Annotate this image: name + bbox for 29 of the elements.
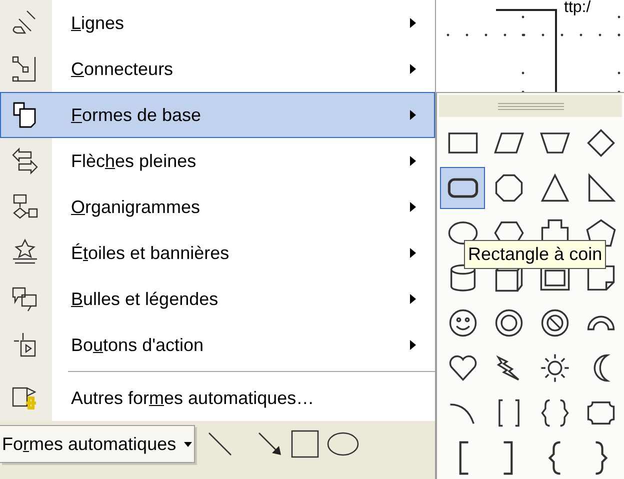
canvas-text: ttp:/ — [564, 0, 591, 16]
menu-item[interactable]: Connecteurs — [0, 46, 435, 92]
menu-item-label: Connecteurs — [71, 58, 174, 80]
left-brace-icon — [546, 441, 562, 475]
menu-item[interactable]: Flèches pleines — [0, 138, 435, 184]
caret-icon — [184, 442, 192, 446]
menu-item[interactable]: Étoiles et bannières — [0, 230, 435, 276]
rectangle-tool-icon[interactable] — [291, 430, 320, 458]
oval-tool-icon[interactable] — [327, 432, 360, 456]
menu-item[interactable]: Boutons d'action — [0, 322, 435, 368]
menu-item-label: Boutons d'action — [71, 334, 205, 356]
menu-item-label: Lignes — [71, 12, 126, 35]
menu-item-label: Bulles et légendes — [71, 288, 220, 311]
autoshapes-button[interactable]: Formes automatiques — [0, 425, 196, 463]
menu-item[interactable]: Organigrammes — [0, 184, 435, 230]
menu-item-label: Formes de base — [71, 104, 202, 126]
menu-item-label: Autres formes automatiques… — [71, 386, 316, 410]
menu-item[interactable]: Bulles et légendes — [0, 276, 435, 322]
menu-item[interactable]: Lignes — [0, 0, 435, 46]
shape-button[interactable] — [440, 167, 485, 209]
tooltip: Rectangle à coin — [464, 240, 606, 269]
palette-grip[interactable] — [439, 95, 622, 117]
menu-item-label: Organigrammes — [71, 196, 202, 219]
line-tool-icon[interactable] — [207, 431, 234, 457]
menu-item[interactable]: Autres formes automatiques… — [0, 375, 435, 421]
arrow-tool-icon[interactable] — [257, 431, 284, 457]
menu-item-label: Étoiles et bannières — [71, 242, 230, 264]
menu-item-label: Flèches pleines — [71, 150, 198, 173]
menu-item[interactable]: Formes de base — [0, 92, 435, 138]
